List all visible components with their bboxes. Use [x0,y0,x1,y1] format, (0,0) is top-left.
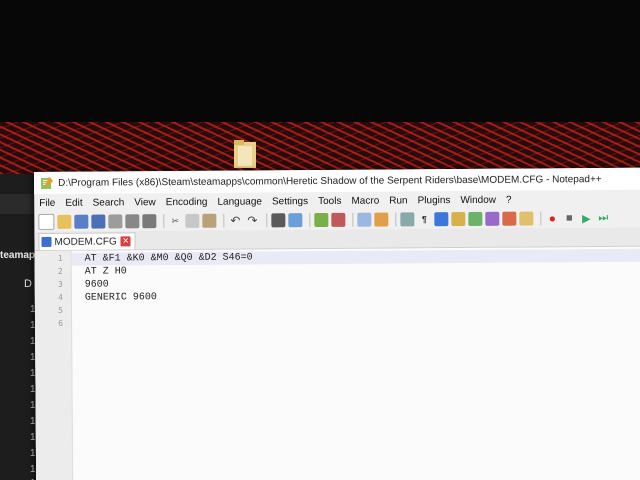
menu-macro[interactable]: Macro [346,195,384,206]
save-all-icon[interactable] [91,214,106,229]
code-line[interactable]: 9600 [85,278,109,291]
print-icon[interactable] [142,214,157,229]
toolbar-separator [223,213,225,228]
notepadpp-window: D:\Program Files (x86)\Steam\steamapps\c… [34,167,640,480]
undo-icon[interactable]: ↶ [228,214,242,228]
close-icon[interactable] [108,214,123,229]
run-macro-icon[interactable]: ⏭ [596,211,610,225]
function-list-icon[interactable] [485,211,500,226]
line-number: 1 [57,253,63,263]
menu-file[interactable]: File [34,197,60,208]
show-all-chars-icon[interactable]: ¶ [417,212,431,226]
close-all-icon[interactable] [125,214,140,229]
line-number: 5 [58,305,63,315]
menu-settings[interactable]: Settings [267,196,313,207]
open-file-icon[interactable] [57,214,72,229]
code-line[interactable]: AT &F1 &K0 &M0 &Q0 &D2 S46=0 [85,251,253,265]
menu-language[interactable]: Language [212,196,267,207]
paste-icon[interactable] [202,213,217,228]
menu-search[interactable]: Search [88,197,130,208]
zoom-out-icon[interactable] [331,212,346,227]
redo-icon[interactable]: ↷ [245,213,259,227]
lang-icon[interactable] [451,211,466,227]
toolbar-separator [309,213,311,228]
menu-edit[interactable]: Edit [60,197,87,208]
tab-close-icon[interactable]: ✕ [120,236,131,247]
line-number: 3 [57,279,63,289]
editor-area[interactable]: 1 2 3 4 5 6 AT &F1 &K0 &M0 &Q0 &D2 S46=0… [34,246,640,480]
toolbar-separator [352,212,354,227]
line-number: 4 [58,292,63,302]
sync-horizontal-icon[interactable] [374,212,389,227]
save-icon[interactable] [74,214,89,229]
toolbar-separator [395,212,397,227]
menu-run[interactable]: Run [384,195,412,206]
zoom-in-icon[interactable] [314,212,329,228]
menu-tools[interactable]: Tools [313,195,346,206]
cut-icon[interactable]: ✂ [168,214,182,228]
folder-icon[interactable] [232,136,258,170]
notepadpp-app-icon [41,176,54,189]
menu-help[interactable]: ? [501,194,517,205]
toolbar-separator [266,213,268,228]
record-macro-icon[interactable]: ● [545,211,559,225]
word-wrap-icon[interactable] [400,212,415,227]
menu-encoding[interactable]: Encoding [161,196,213,207]
menu-window[interactable]: Window [455,194,501,205]
replace-icon[interactable] [288,213,303,228]
code-line[interactable]: AT Z H0 [85,265,127,278]
screen: teamapp D 10 10 10 10 10 10 10 10 10 10 … [0,0,640,480]
line-number: 6 [58,318,64,328]
toolbar-separator [163,214,165,229]
stop-macro-icon[interactable]: ■ [562,211,576,225]
background-app-column-header: D [24,278,32,290]
line-number: 2 [57,266,63,276]
tab-label: MODEM.CFG [54,235,117,248]
menu-view[interactable]: View [129,197,161,208]
monitor-bezel [0,0,640,125]
saved-file-icon [41,236,52,247]
line-number-gutter: 1 2 3 4 5 6 [34,250,74,480]
sync-vertical-icon[interactable] [357,212,372,227]
desktop-wallpaper [0,122,640,174]
window-title: D:\Program Files (x86)\Steam\steamapps\c… [58,173,602,189]
folder-workspace-icon[interactable] [502,211,517,226]
copy-icon[interactable] [185,213,200,228]
menu-plugins[interactable]: Plugins [413,195,456,206]
find-icon[interactable] [271,213,286,228]
toolbar-separator [540,211,542,226]
monitor-icon[interactable] [519,211,534,226]
code-line[interactable]: GENERIC 9600 [85,291,157,305]
new-file-icon[interactable] [38,213,55,230]
indent-guide-icon[interactable] [434,212,449,227]
tab-modem-cfg[interactable]: MODEM.CFG ✕ [38,232,136,250]
doc-map-icon[interactable] [468,211,483,226]
play-macro-icon[interactable]: ▶ [579,211,593,225]
